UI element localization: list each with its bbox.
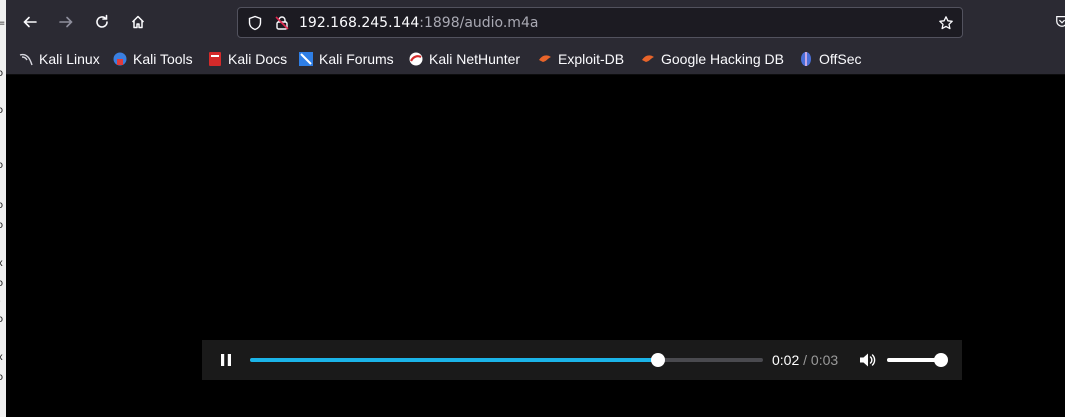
- volume-thumb[interactable]: [934, 353, 948, 367]
- home-button[interactable]: [124, 8, 152, 36]
- current-time: 0:02: [772, 352, 800, 368]
- navigation-toolbar: 192.168.245.144:1898/audio.m4a: [6, 0, 1065, 44]
- pause-button[interactable]: [218, 352, 234, 368]
- time-display: 0:02 / 0:03: [772, 352, 838, 368]
- bookmark-kali-linux[interactable]: Kali Linux: [18, 49, 100, 69]
- bookmark-label: Kali Tools: [133, 51, 193, 67]
- volume-fill: [887, 358, 941, 362]
- time-separator: /: [799, 352, 811, 368]
- bookmark-label: Google Hacking DB: [661, 51, 784, 67]
- bookmarks-toolbar: Kali Linux Kali Tools Kali Docs Kali For…: [6, 44, 1065, 75]
- bookmark-label: Kali Forums: [319, 51, 394, 67]
- bookmark-label: Kali Docs: [228, 51, 288, 67]
- kali-forums-icon: [299, 52, 313, 66]
- forward-arrow-icon: [59, 16, 73, 28]
- url-path: :1898/audio.m4a: [419, 15, 539, 31]
- offsec-icon: [801, 52, 811, 66]
- kali-nethunter-icon: [409, 52, 423, 66]
- bookmark-exploit-db[interactable]: Exploit-DB: [537, 49, 624, 69]
- insecure-lock-icon[interactable]: [274, 15, 290, 31]
- url-host: 192.168.245.144: [299, 15, 420, 31]
- bookmark-label: OffSec: [819, 51, 862, 67]
- ghdb-icon: [642, 55, 654, 62]
- back-arrow-icon: [23, 16, 37, 28]
- bookmark-label: Exploit-DB: [558, 51, 625, 67]
- reload-icon: [96, 14, 108, 28]
- kali-dragon-icon: [19, 53, 33, 66]
- back-button[interactable]: [16, 8, 44, 36]
- bookmark-label: Kali Linux: [39, 51, 100, 67]
- bookmark-star-icon[interactable]: [938, 15, 954, 31]
- volume-icon[interactable]: [859, 352, 877, 368]
- url-bar[interactable]: 192.168.245.144:1898/audio.m4a: [237, 7, 963, 38]
- duration: 0:03: [810, 352, 839, 368]
- kali-docs-icon: [209, 52, 221, 66]
- bookmark-label: Kali NetHunter: [429, 51, 521, 67]
- progress-slider[interactable]: [250, 353, 763, 367]
- bookmark-kali-tools[interactable]: Kali Tools: [112, 49, 193, 69]
- bookmark-kali-nethunter[interactable]: Kali NetHunter: [408, 49, 520, 69]
- pocket-icon[interactable]: [1055, 14, 1065, 28]
- progress-fill: [250, 358, 658, 362]
- home-icon: [131, 15, 145, 29]
- bookmark-kali-docs[interactable]: Kali Docs: [207, 49, 287, 69]
- browser-window: 192.168.245.144:1898/audio.m4a Kali Linu…: [6, 0, 1065, 75]
- bookmark-google-hacking-db[interactable]: Google Hacking DB: [640, 49, 784, 69]
- tracking-protection-shield-icon[interactable]: [247, 15, 263, 31]
- kali-tools-icon: [113, 52, 127, 66]
- exploit-db-icon: [539, 55, 551, 62]
- volume-slider[interactable]: [887, 353, 948, 367]
- progress-thumb[interactable]: [650, 353, 665, 367]
- forward-button[interactable]: [52, 8, 80, 36]
- bookmark-kali-forums[interactable]: Kali Forums: [298, 49, 394, 69]
- audio-controls: 0:02 / 0:03: [202, 340, 962, 380]
- url-text[interactable]: 192.168.245.144:1898/audio.m4a: [299, 14, 538, 32]
- reload-button[interactable]: [88, 8, 116, 36]
- bookmark-offsec[interactable]: OffSec: [798, 49, 862, 69]
